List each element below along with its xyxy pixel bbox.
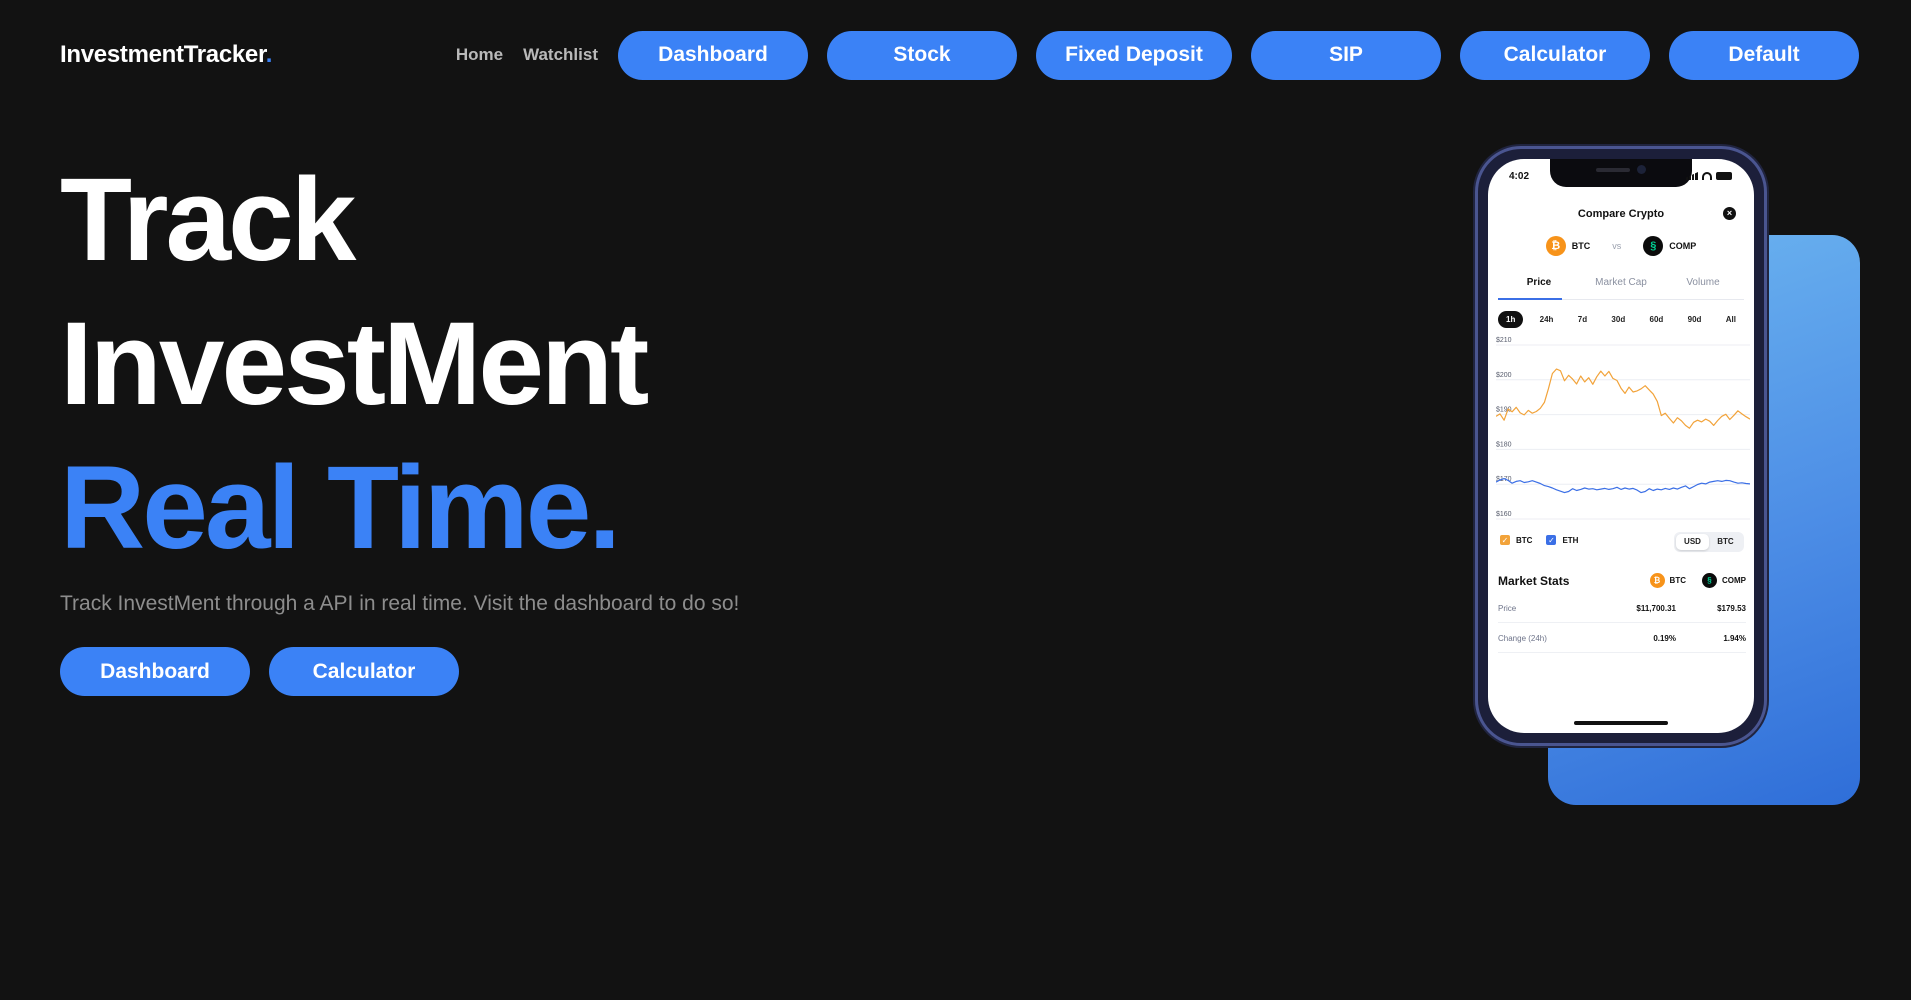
nav-button-calculator[interactable]: Calculator: [1460, 30, 1650, 80]
phone-mockup: 4:02 Compare Crypto × ₿ BTC vs § COMP Pr…: [1475, 146, 1767, 746]
tab-price[interactable]: Price: [1498, 272, 1580, 299]
hero-heading-line1: Track: [60, 154, 356, 286]
legend-item-btc[interactable]: ✓ BTC: [1500, 535, 1532, 545]
currency-btc[interactable]: BTC: [1709, 534, 1742, 550]
nav-button-dashboard[interactable]: Dashboard: [618, 30, 808, 80]
stats-coin-a: BTC: [1669, 576, 1686, 585]
market-stats-title: Market Stats: [1498, 573, 1570, 588]
hero-calculator-button[interactable]: Calculator: [269, 647, 459, 696]
phone-screen: 4:02 Compare Crypto × ₿ BTC vs § COMP Pr…: [1488, 159, 1754, 733]
nav-button-default[interactable]: Default: [1669, 30, 1859, 80]
stats-coin-b: COMP: [1722, 576, 1746, 585]
battery-icon: [1716, 172, 1732, 180]
tab-market-cap[interactable]: Market Cap: [1580, 272, 1662, 299]
y-tick-label: $200: [1496, 372, 1512, 379]
status-icons: [1682, 172, 1732, 180]
comp-coin-icon: §: [1702, 573, 1717, 588]
nav-link-home[interactable]: Home: [456, 45, 503, 65]
compare-title: Compare Crypto: [1577, 208, 1665, 220]
range-90d[interactable]: 90d: [1680, 311, 1710, 328]
checkbox-icon: ✓: [1546, 535, 1557, 545]
currency-usd[interactable]: USD: [1676, 534, 1709, 550]
nav-button-fixed-deposit[interactable]: Fixed Deposit: [1036, 30, 1232, 80]
currency-toggle: USD BTC: [1674, 532, 1744, 552]
top-nav: InvestmentTracker. Home Watchlist Dashbo…: [60, 30, 1859, 80]
stat-row-change-24h: Change (24h) 0.19% 1.94%: [1498, 625, 1746, 653]
range-60d[interactable]: 60d: [1642, 311, 1672, 328]
hero-dashboard-button[interactable]: Dashboard: [60, 647, 250, 696]
checkbox-icon: ✓: [1500, 535, 1510, 545]
nav-button-sip[interactable]: SIP: [1251, 30, 1441, 80]
time-range-selector: 1h 24h 7d 30d 60d 90d All: [1498, 311, 1744, 328]
market-stats-coins: ₿ BTC § COMP: [1634, 573, 1746, 588]
btc-coin-icon: ₿: [1545, 236, 1566, 256]
nav-button-stock[interactable]: Stock: [827, 30, 1017, 80]
phone-notch: [1550, 159, 1692, 187]
close-icon[interactable]: ×: [1723, 207, 1736, 220]
range-30d[interactable]: 30d: [1603, 311, 1633, 328]
range-24h[interactable]: 24h: [1532, 311, 1562, 328]
coin-b-label[interactable]: COMP: [1669, 241, 1696, 251]
y-tick-label: $210: [1496, 337, 1512, 344]
metric-tabs: Price Market Cap Volume: [1498, 272, 1744, 300]
logo[interactable]: InvestmentTracker.: [60, 41, 272, 69]
vs-label: vs: [1612, 241, 1622, 251]
legend-item-eth[interactable]: ✓ ETH: [1546, 535, 1578, 545]
y-tick-label: $180: [1496, 441, 1512, 448]
series-line-eth: [1496, 478, 1750, 494]
hero: Track InvestMent Real Time. Track Invest…: [60, 148, 739, 696]
signal-icon: [1686, 172, 1698, 180]
series-line-btc: [1496, 368, 1750, 429]
range-7d[interactable]: 7d: [1570, 311, 1595, 328]
chart-legend: ✓ BTC ✓ ETH: [1500, 535, 1592, 545]
hero-subtitle: Track InvestMent through a API in real t…: [60, 592, 740, 615]
hero-heading-line3: Real Time.: [60, 442, 621, 574]
comp-coin-icon: §: [1643, 236, 1664, 256]
home-indicator: [1574, 721, 1668, 725]
btc-coin-icon: ₿: [1649, 573, 1665, 588]
nav-right: Home Watchlist Dashboard Stock Fixed Dep…: [456, 30, 1859, 80]
status-time: 4:02: [1509, 171, 1530, 182]
tab-active-indicator: [1498, 298, 1562, 300]
coin-a-label[interactable]: BTC: [1572, 241, 1591, 251]
coin-pair: ₿ BTC vs § COMP: [1488, 236, 1754, 256]
market-stats-header: Market Stats ₿ BTC § COMP: [1498, 573, 1746, 588]
tab-volume[interactable]: Volume: [1662, 272, 1744, 299]
stat-row-price: Price $11,700.31 $179.53: [1498, 595, 1746, 623]
y-tick-label: $160: [1496, 511, 1512, 518]
y-tick-label: $170: [1496, 476, 1512, 483]
hero-buttons: Dashboard Calculator: [60, 647, 739, 696]
range-1h[interactable]: 1h: [1498, 311, 1524, 328]
price-chart: $210$200$190$180$170$160: [1496, 337, 1750, 520]
range-all[interactable]: All: [1718, 311, 1744, 328]
wifi-icon: [1702, 172, 1712, 180]
hero-heading-line2: InvestMent: [60, 298, 649, 430]
nav-link-watchlist[interactable]: Watchlist: [523, 45, 598, 65]
